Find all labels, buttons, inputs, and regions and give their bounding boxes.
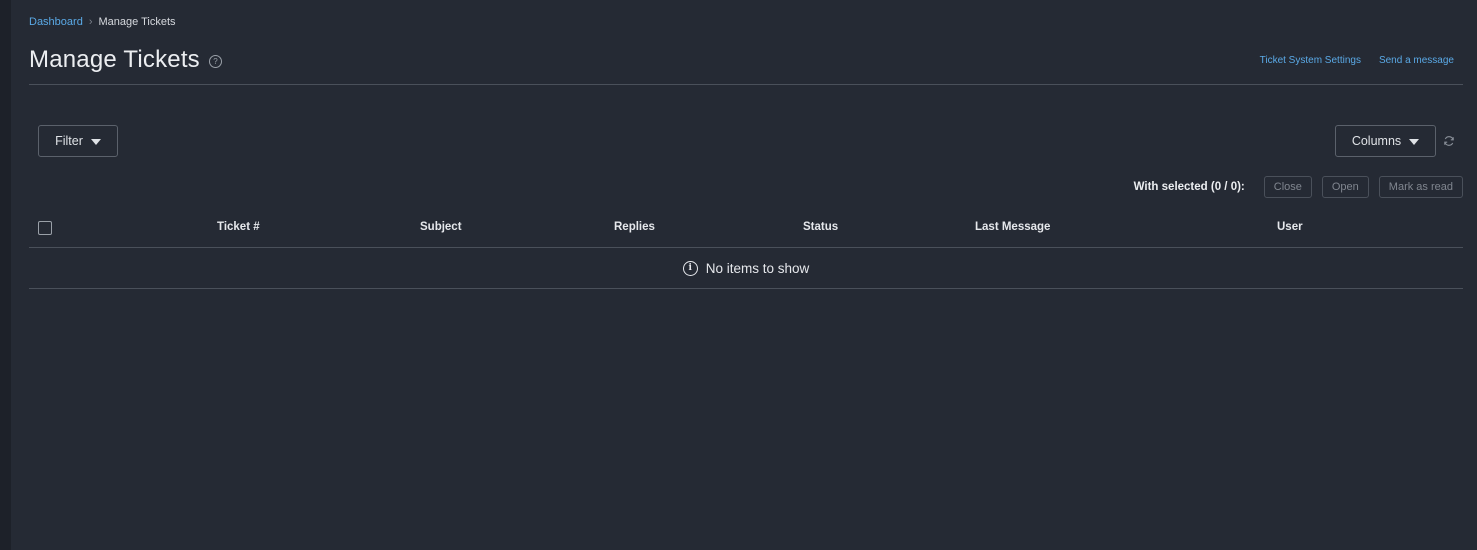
column-header-ticket-number[interactable]: Ticket # <box>217 221 260 233</box>
side-strip <box>0 0 11 550</box>
column-header-subject[interactable]: Subject <box>420 221 462 233</box>
breadcrumb-current: Manage Tickets <box>98 16 176 28</box>
header-links: Ticket System Settings Send a message <box>1260 55 1454 66</box>
column-header-last-message[interactable]: Last Message <box>975 221 1050 233</box>
breadcrumb-dashboard-link[interactable]: Dashboard <box>29 16 83 28</box>
select-all-checkbox[interactable] <box>38 221 52 235</box>
open-selected-button[interactable]: Open <box>1321 176 1369 198</box>
column-header-status[interactable]: Status <box>803 221 838 233</box>
filter-dropdown-button[interactable]: Filter <box>38 125 118 157</box>
column-header-user[interactable]: User <box>1277 221 1303 233</box>
mark-as-read-button[interactable]: Mark as read <box>1378 176 1463 198</box>
close-selected-button[interactable]: Close <box>1263 176 1312 198</box>
breadcrumb-separator: › <box>88 16 93 28</box>
page-title: Manage Tickets <box>29 46 200 73</box>
columns-dropdown-button[interactable]: Columns <box>1335 125 1436 157</box>
page-header: Manage Tickets ? Ticket System Settings … <box>29 46 1463 85</box>
send-message-link[interactable]: Send a message <box>1379 55 1454 66</box>
caret-down-icon <box>1409 139 1420 145</box>
column-header-replies[interactable]: Replies <box>614 221 655 233</box>
table-header: Ticket # Subject Replies Status Last Mes… <box>29 210 1463 248</box>
columns-label: Columns <box>1351 134 1402 148</box>
caret-down-icon <box>90 139 101 145</box>
ticket-system-settings-link[interactable]: Ticket System Settings <box>1260 55 1361 66</box>
refresh-icon[interactable] <box>1443 135 1455 147</box>
empty-state-row: i No items to show <box>29 248 1463 289</box>
manage-tickets-page: Dashboard › Manage Tickets Manage Ticket… <box>29 0 1463 550</box>
breadcrumb: Dashboard › Manage Tickets <box>29 16 176 28</box>
empty-message: No items to show <box>705 260 810 276</box>
bulk-actions: With selected (0 / 0): Close Open Mark a… <box>1134 176 1463 198</box>
question-circle-icon[interactable]: ? <box>209 55 222 68</box>
with-selected-label: With selected (0 / 0): <box>1133 181 1245 193</box>
info-circle-icon: i <box>682 260 698 276</box>
filter-label: Filter <box>55 134 83 148</box>
